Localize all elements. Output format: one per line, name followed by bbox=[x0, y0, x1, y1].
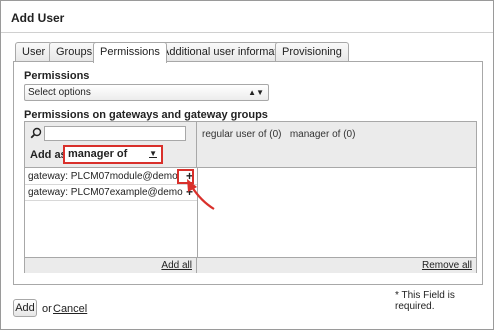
assigned-list-header: regular user of (0) manager of (0) bbox=[197, 122, 476, 168]
gateway-search-input[interactable] bbox=[44, 126, 186, 141]
gateway-list-item[interactable]: gateway: PLCM07example@demo + bbox=[25, 185, 197, 201]
manager-count: (0) bbox=[343, 129, 356, 140]
gateway-list-item[interactable]: gateway: PLCM07module@demo + bbox=[25, 169, 197, 185]
regular-user-label: regular user of bbox=[202, 129, 267, 140]
cancel-link[interactable]: Cancel bbox=[53, 303, 87, 315]
add-as-value: manager of bbox=[68, 148, 128, 160]
remove-all-link[interactable]: Remove all bbox=[422, 260, 472, 271]
magnifier-icon bbox=[30, 127, 42, 139]
tab-groups[interactable]: Groups bbox=[49, 42, 100, 62]
available-list-footer: Add all bbox=[25, 257, 197, 273]
gateway-permissions-box: Add as manager of ▼ regular user of (0) … bbox=[24, 121, 477, 273]
add-button-highlight bbox=[177, 169, 194, 184]
assigned-summary: regular user of (0) manager of (0) bbox=[202, 129, 355, 140]
add-as-select[interactable]: manager of ▼ bbox=[63, 145, 163, 164]
up-down-arrow-icon: ▲▼ bbox=[248, 88, 264, 97]
or-text: or bbox=[42, 303, 52, 315]
manager-label: manager of bbox=[289, 129, 341, 140]
assigned-list-footer: Remove all bbox=[197, 257, 476, 273]
permissions-label: Permissions bbox=[24, 70, 90, 82]
required-field-note: * This Field is required. bbox=[395, 290, 455, 312]
tab-permissions[interactable]: Permissions bbox=[93, 42, 167, 63]
available-list-header: Add as manager of ▼ bbox=[25, 122, 197, 168]
regular-user-count: (0) bbox=[269, 129, 282, 140]
add-button[interactable]: Add bbox=[13, 299, 37, 317]
tab-provisioning[interactable]: Provisioning bbox=[275, 42, 349, 62]
permissions-select[interactable]: Select options ▲▼ bbox=[24, 84, 269, 101]
gateway-permissions-label: Permissions on gateways and gateway grou… bbox=[24, 109, 268, 121]
gateway-item-label: gateway: PLCM07module@demo bbox=[28, 171, 178, 182]
add-user-dialog: Add User User Groups Permissions Additio… bbox=[0, 0, 494, 330]
permissions-select-value: Select options bbox=[28, 87, 91, 98]
plus-icon[interactable]: + bbox=[186, 185, 193, 199]
add-as-label: Add as bbox=[30, 149, 67, 161]
title-divider bbox=[1, 32, 493, 33]
gateway-item-label: gateway: PLCM07example@demo bbox=[28, 187, 183, 198]
dropdown-arrow-icon: ▼ bbox=[149, 149, 157, 158]
tab-user[interactable]: User bbox=[15, 42, 53, 62]
add-all-link[interactable]: Add all bbox=[161, 260, 192, 271]
dialog-title: Add User bbox=[11, 11, 65, 25]
